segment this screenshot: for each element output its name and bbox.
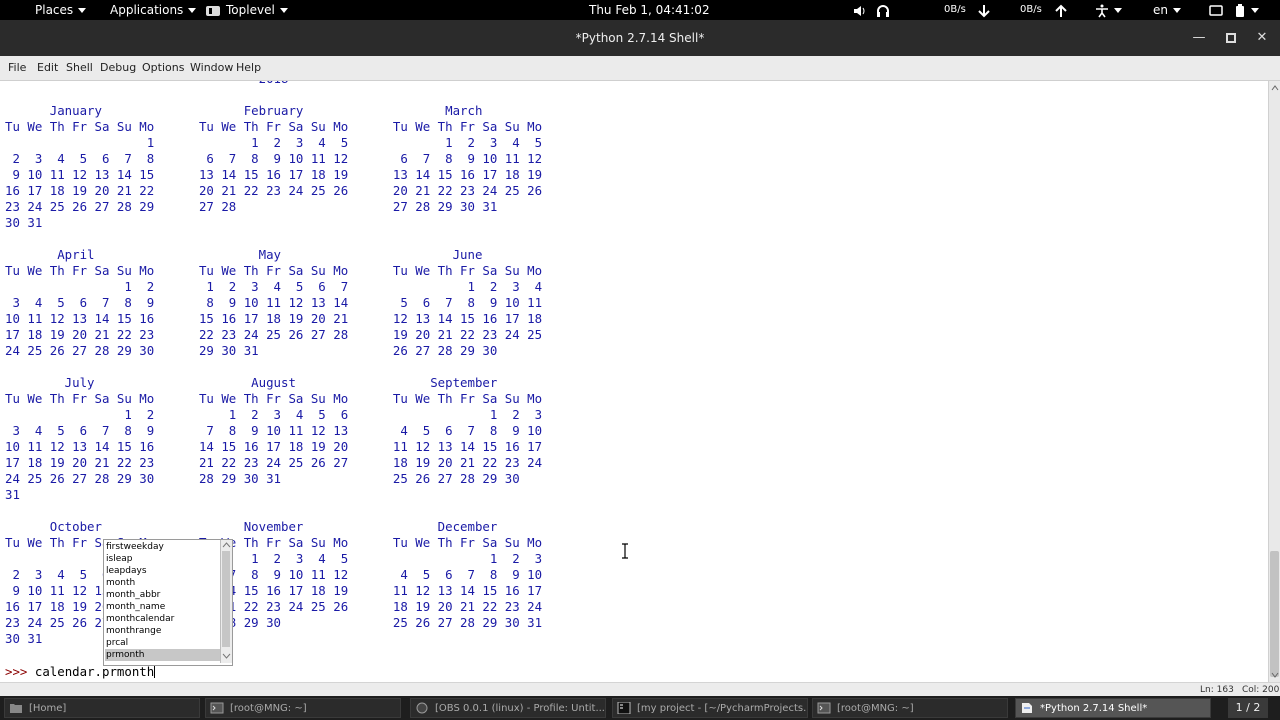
menu-window[interactable]: Window bbox=[190, 61, 233, 74]
autocomplete-item[interactable]: monthrange bbox=[105, 625, 220, 637]
vertical-scrollbar[interactable] bbox=[1268, 81, 1280, 682]
chevron-down-icon bbox=[1114, 8, 1122, 13]
applications-label: Applications bbox=[110, 3, 184, 17]
scroll-up-icon[interactable] bbox=[222, 541, 231, 550]
window-titlebar[interactable]: *Python 2.7.14 Shell* — ✕ bbox=[0, 20, 1280, 56]
obs-icon bbox=[415, 702, 429, 714]
accessibility-icon bbox=[1096, 4, 1108, 17]
autocomplete-item[interactable]: monthcalendar bbox=[105, 613, 220, 625]
chevron-down-icon bbox=[188, 8, 197, 13]
autocomplete-item-selected[interactable]: prmonth bbox=[105, 649, 220, 661]
task-obs[interactable]: [OBS 0.0.1 (linux) - Profile: Untit... bbox=[410, 698, 606, 718]
task-terminal[interactable]: [root@MNG: ~] bbox=[205, 698, 401, 718]
autocomplete-item[interactable]: prcal bbox=[105, 637, 220, 649]
minimize-icon[interactable]: — bbox=[1189, 28, 1209, 48]
task-python-shell[interactable]: *Python 2.7.14 Shell* bbox=[1015, 698, 1211, 718]
net-down-rate: 0B/s bbox=[944, 4, 966, 15]
menu-edit[interactable]: Edit bbox=[37, 61, 58, 74]
menu-bar: File Edit Shell Debug Options Window Hel… bbox=[0, 56, 1280, 81]
language-label: en bbox=[1153, 3, 1168, 17]
menu-help[interactable]: Help bbox=[236, 61, 261, 74]
scroll-down-icon[interactable] bbox=[222, 652, 231, 661]
accessibility-menu[interactable] bbox=[1095, 0, 1122, 20]
volume-icon[interactable] bbox=[853, 0, 867, 20]
chevron-down-icon bbox=[78, 8, 87, 13]
screen-icon[interactable] bbox=[1209, 0, 1223, 20]
scroll-thumb[interactable] bbox=[1270, 551, 1279, 677]
task-terminal[interactable]: [root@MNG: ~] bbox=[812, 698, 1008, 718]
task-label: [root@MNG: ~] bbox=[837, 703, 914, 714]
language-menu[interactable]: en bbox=[1153, 0, 1181, 20]
places-label: Places bbox=[35, 3, 74, 17]
task-label: [Home] bbox=[29, 703, 67, 714]
places-menu[interactable]: Places bbox=[35, 0, 87, 20]
applications-menu[interactable]: Applications bbox=[110, 0, 197, 20]
terminal-icon bbox=[817, 702, 831, 714]
chevron-down-icon bbox=[1173, 8, 1181, 13]
autocomplete-list[interactable]: firstweekday isleap leapdays month month… bbox=[103, 539, 233, 666]
text-cursor bbox=[154, 664, 156, 678]
close-icon[interactable]: ✕ bbox=[1252, 28, 1272, 48]
autocomplete-item[interactable]: isleap bbox=[105, 553, 220, 565]
chevron-down-icon bbox=[1251, 8, 1259, 13]
toplevel-label: Toplevel bbox=[226, 3, 275, 17]
scroll-up-icon[interactable] bbox=[1271, 84, 1279, 92]
menu-file[interactable]: File bbox=[8, 61, 26, 74]
shell-prompt: >>> bbox=[5, 664, 28, 679]
autocomplete-item[interactable]: month_name bbox=[105, 601, 220, 613]
autocomplete-scroll-thumb[interactable] bbox=[222, 551, 230, 647]
status-bar: Ln: 163 Col: 200 bbox=[0, 682, 1280, 697]
python-icon bbox=[1020, 702, 1034, 714]
arrow-up-icon bbox=[1055, 0, 1067, 20]
input-text: calendar.prmonth bbox=[34, 664, 155, 679]
app-icon bbox=[206, 5, 220, 16]
window-title: *Python 2.7.14 Shell* bbox=[575, 31, 705, 45]
pycharm-icon bbox=[617, 701, 631, 715]
task-label: *Python 2.7.14 Shell* bbox=[1040, 703, 1148, 714]
ibeam-cursor-icon bbox=[622, 543, 628, 559]
task-label: [root@MNG: ~] bbox=[230, 703, 307, 714]
autocomplete-item[interactable]: leapdays bbox=[105, 565, 220, 577]
taskbar: [Home] [root@MNG: ~] [OBS 0.0.1 (linux) … bbox=[0, 696, 1280, 720]
maximize-icon[interactable] bbox=[1221, 28, 1241, 48]
scroll-down-icon[interactable] bbox=[1271, 671, 1279, 679]
menu-debug[interactable]: Debug bbox=[100, 61, 136, 74]
menu-options[interactable]: Options bbox=[142, 61, 184, 74]
toplevel-menu[interactable]: Toplevel bbox=[205, 0, 288, 20]
task-label: [my project - [~/PycharmProjects... bbox=[637, 703, 808, 714]
autocomplete-scrollbar[interactable] bbox=[220, 540, 232, 663]
calendar-output: 2018 January February March Tu We Th Fr … bbox=[5, 81, 543, 646]
battery-icon bbox=[1236, 3, 1244, 17]
battery-menu[interactable] bbox=[1234, 0, 1259, 20]
task-home[interactable]: [Home] bbox=[4, 698, 200, 718]
column-number: Col: 200 bbox=[1242, 685, 1280, 695]
input-line[interactable]: >>> calendar.prmonth bbox=[5, 664, 156, 680]
workspace-pager[interactable]: 1 / 2 bbox=[1228, 698, 1268, 718]
autocomplete-item[interactable]: month_abbr bbox=[105, 589, 220, 601]
top-panel: Places Applications Toplevel Thu Feb 1, … bbox=[0, 0, 1280, 20]
folder-icon bbox=[9, 702, 23, 714]
autocomplete-item[interactable]: firstweekday bbox=[105, 541, 220, 553]
autocomplete-item[interactable]: month bbox=[105, 577, 220, 589]
headphones-icon[interactable] bbox=[876, 0, 890, 20]
chevron-down-icon bbox=[279, 8, 288, 13]
menu-shell[interactable]: Shell bbox=[66, 61, 93, 74]
task-pycharm[interactable]: [my project - [~/PycharmProjects... bbox=[612, 698, 808, 718]
terminal-icon bbox=[210, 702, 224, 714]
task-label: [OBS 0.0.1 (linux) - Profile: Untit... bbox=[435, 703, 605, 714]
line-number: Ln: 163 bbox=[1200, 685, 1234, 695]
clock[interactable]: Thu Feb 1, 04:41:02 bbox=[589, 0, 710, 20]
net-up-rate: 0B/s bbox=[1020, 4, 1042, 15]
arrow-down-icon bbox=[978, 0, 990, 20]
